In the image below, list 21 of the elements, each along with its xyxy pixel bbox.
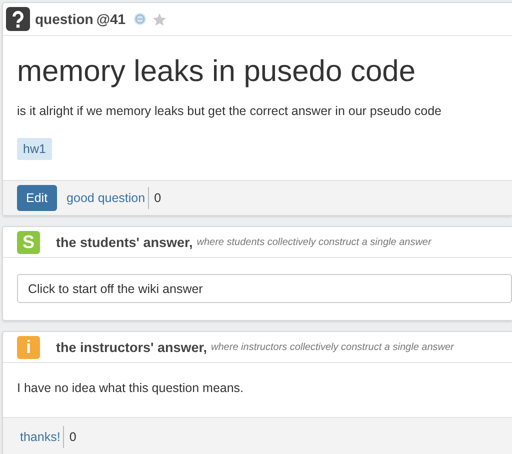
watch-icon[interactable] (132, 12, 147, 26)
like-count: 0 (148, 187, 162, 209)
tag[interactable]: hw1 (17, 138, 52, 160)
question-mark-icon (6, 7, 30, 31)
good-question-link[interactable]: good question (66, 191, 146, 205)
question-title: memory leaks in pusedo code (17, 54, 417, 90)
edit-button[interactable]: Edit (17, 185, 57, 211)
thanks-count: 0 (63, 426, 76, 448)
post-type-label: question (35, 11, 94, 27)
question-text: is it alright if we memory leaks but get the correct answer in our pseudo code (17, 104, 443, 118)
wiki-answer-field[interactable]: Click to start off the wiki answer (17, 274, 512, 303)
answer-heading: the students' answer, (56, 234, 193, 250)
answer-text: I have no idea what this question means. (16, 380, 245, 397)
answer-heading: the instructors' answer, (56, 340, 208, 354)
answer-subtitle: where instructors collectively construct a single answer (211, 342, 454, 352)
info-badge-icon: i (17, 336, 40, 358)
post-number: @41 (96, 11, 126, 27)
answer-subtitle: where students collectively construct a single answer (196, 236, 432, 248)
letter-badge-icon: S (17, 230, 40, 254)
thanks-link[interactable]: thanks! (20, 430, 60, 444)
star-icon[interactable] (152, 12, 167, 26)
